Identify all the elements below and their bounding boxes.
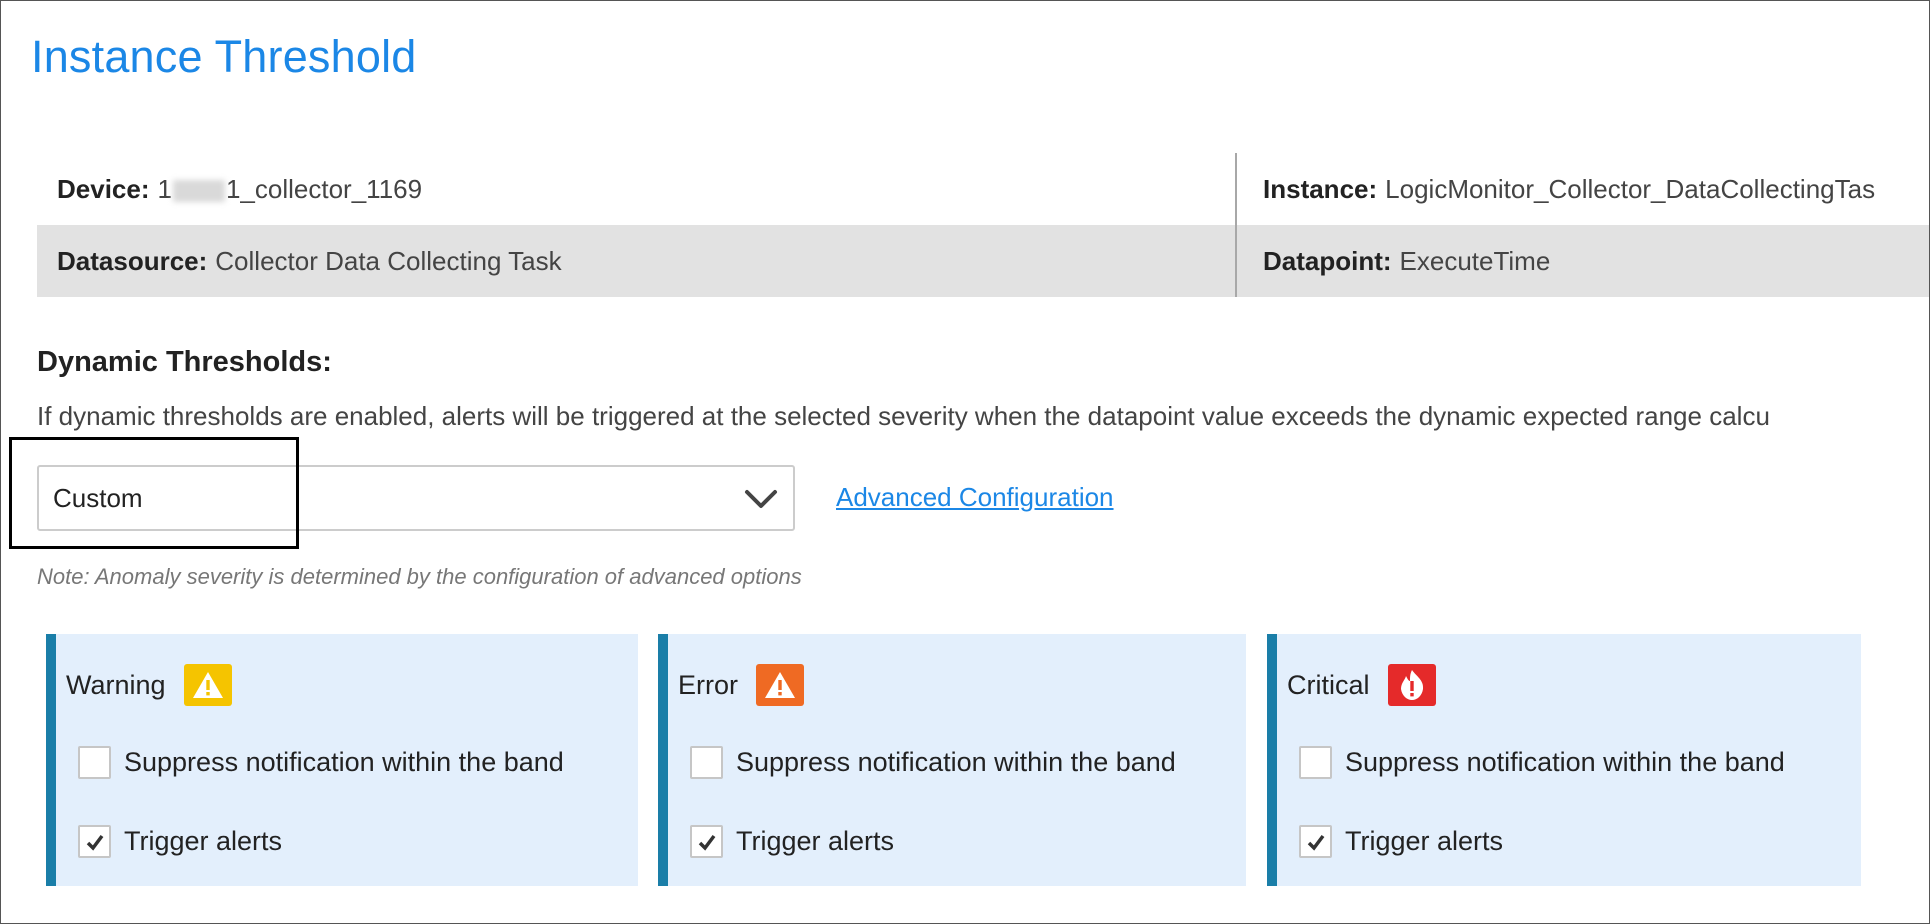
checkmark-icon bbox=[1307, 834, 1324, 851]
datapoint-cell: Datapoint: ExecuteTime bbox=[1235, 225, 1550, 297]
trigger-alerts-label: Trigger alerts bbox=[736, 826, 895, 856]
trigger-alerts-option[interactable]: Trigger alerts bbox=[690, 825, 894, 858]
annotation-highlight-box bbox=[9, 437, 299, 549]
checkmark-icon bbox=[698, 834, 715, 851]
critical-icon bbox=[1387, 664, 1436, 706]
datasource-cell: Datasource: Collector Data Collecting Ta… bbox=[37, 225, 1235, 297]
page-title: Instance Threshold bbox=[31, 31, 417, 82]
advanced-configuration-link[interactable]: Advanced Configuration bbox=[836, 482, 1114, 513]
datapoint-label: Datapoint: bbox=[1263, 245, 1392, 276]
suppress-notification-option[interactable]: Suppress notification within the band bbox=[690, 746, 1176, 779]
panel-header: Critical bbox=[1287, 664, 1436, 706]
instance-label: Instance: bbox=[1263, 173, 1378, 204]
trigger-alerts-option[interactable]: Trigger alerts bbox=[1299, 825, 1503, 858]
instance-info-table: Device: 1 1_collector_1169 Instance: Logi… bbox=[37, 153, 1929, 297]
instance-threshold-window: Instance Threshold Device: 1 1_collector_… bbox=[0, 0, 1930, 924]
suppress-label: Suppress notification within the band bbox=[124, 747, 564, 777]
checkmark-icon bbox=[86, 834, 103, 851]
suppress-checkbox[interactable] bbox=[78, 746, 111, 779]
dynamic-thresholds-heading: Dynamic Thresholds: bbox=[37, 346, 332, 378]
device-cell: Device: 1 1_collector_1169 bbox=[37, 153, 1235, 225]
datapoint-value: ExecuteTime bbox=[1399, 245, 1551, 276]
instance-value: LogicMonitor_Collector_DataCollectingTas bbox=[1385, 173, 1876, 204]
device-value-prefix: 1 bbox=[157, 173, 172, 204]
suppress-notification-option[interactable]: Suppress notification within the band bbox=[78, 746, 564, 779]
panel-header: Warning bbox=[66, 664, 232, 706]
trigger-alerts-option[interactable]: Trigger alerts bbox=[78, 825, 282, 858]
chevron-down-icon bbox=[745, 490, 777, 508]
device-value-suffix: 1_collector_1169 bbox=[225, 173, 423, 204]
info-row-device: Device: 1 1_collector_1169 Instance: Logi… bbox=[37, 153, 1929, 225]
suppress-notification-option[interactable]: Suppress notification within the band bbox=[1299, 746, 1785, 779]
severity-panel-warning: Warning Suppress notification within the… bbox=[46, 634, 638, 886]
trigger-alerts-checkbox[interactable] bbox=[690, 825, 723, 858]
device-label: Device: bbox=[57, 173, 150, 204]
severity-panel-error: Error Suppress notification within the b… bbox=[658, 634, 1246, 886]
info-row-datasource: Datasource: Collector Data Collecting Ta… bbox=[37, 225, 1929, 297]
datasource-value: Collector Data Collecting Task bbox=[215, 245, 562, 276]
suppress-checkbox[interactable] bbox=[690, 746, 723, 779]
suppress-checkbox[interactable] bbox=[1299, 746, 1332, 779]
dynamic-thresholds-description: If dynamic thresholds are enabled, alert… bbox=[37, 401, 1770, 431]
instance-cell: Instance: LogicMonitor_Collector_DataCol… bbox=[1235, 153, 1875, 225]
datasource-label: Datasource: bbox=[57, 245, 208, 276]
anomaly-note: Note: Anomaly severity is determined by … bbox=[37, 564, 802, 589]
suppress-label: Suppress notification within the band bbox=[736, 747, 1176, 777]
error-icon bbox=[756, 664, 804, 706]
trigger-alerts-checkbox[interactable] bbox=[78, 825, 111, 858]
redacted-ip-blur bbox=[172, 179, 225, 202]
trigger-alerts-checkbox[interactable] bbox=[1299, 825, 1332, 858]
severity-name: Warning bbox=[66, 669, 166, 700]
panel-header: Error bbox=[678, 664, 804, 706]
severity-name: Error bbox=[678, 669, 738, 700]
suppress-label: Suppress notification within the band bbox=[1345, 747, 1785, 777]
warning-icon bbox=[183, 664, 232, 706]
severity-name: Critical bbox=[1287, 669, 1370, 700]
severity-panel-critical: Critical Suppress notification within th… bbox=[1267, 634, 1861, 886]
trigger-alerts-label: Trigger alerts bbox=[124, 826, 283, 856]
device-value: 1 1_collector_1169 bbox=[158, 174, 423, 205]
trigger-alerts-label: Trigger alerts bbox=[1345, 826, 1504, 856]
